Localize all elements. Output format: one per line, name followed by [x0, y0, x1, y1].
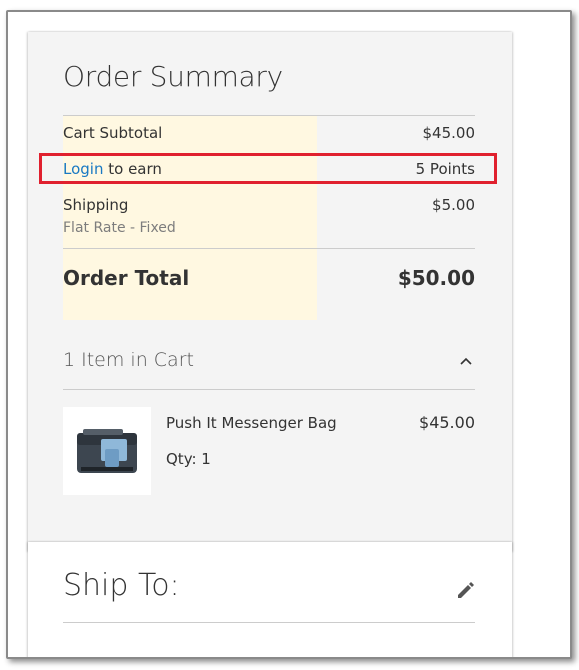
shipping-method: Flat Rate - Fixed	[63, 220, 176, 236]
product-price: $45.00	[419, 413, 475, 432]
divider	[63, 622, 475, 623]
messenger-bag-thumbnail	[77, 429, 137, 473]
highlight-annotation-box	[39, 153, 497, 184]
product-qty: Qty: 1	[166, 450, 211, 468]
divider	[63, 115, 475, 116]
shipping-label: Shipping	[63, 196, 129, 214]
order-total-label: Order Total	[63, 266, 190, 290]
product-thumbnail[interactable]	[63, 407, 151, 495]
screenshot-frame: Order Summary Cart Subtotal $45.00 Login…	[6, 10, 572, 659]
chevron-up-icon	[459, 351, 473, 370]
items-in-cart-header: 1 Item in Cart	[63, 349, 194, 371]
cart-subtotal-label: Cart Subtotal	[63, 124, 163, 142]
items-in-cart-toggle[interactable]: 1 Item in Cart	[63, 349, 475, 389]
product-name: Push It Messenger Bag	[166, 414, 337, 432]
divider	[63, 248, 475, 249]
ship-to-title: Ship To:	[63, 568, 180, 603]
order-summary-title: Order Summary	[63, 60, 283, 93]
shipping-value: $5.00	[432, 196, 475, 214]
divider	[63, 389, 475, 390]
cart-subtotal-value: $45.00	[422, 124, 476, 142]
pencil-icon[interactable]	[455, 580, 475, 604]
order-total-value: $50.00	[397, 266, 475, 290]
